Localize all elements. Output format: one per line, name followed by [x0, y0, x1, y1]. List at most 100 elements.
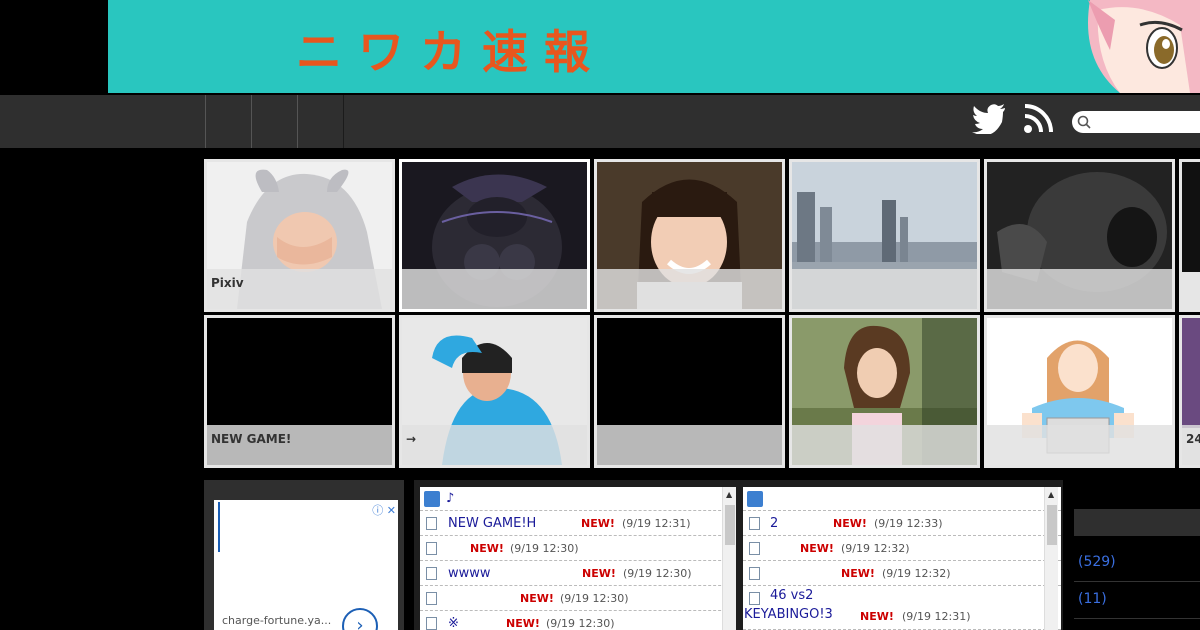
feed-item[interactable]: ※ NEW! (9/19 12:30): [420, 611, 736, 630]
article-tile[interactable]: →: [399, 315, 590, 468]
ad-arrow-button[interactable]: ›: [342, 608, 378, 630]
feed-item[interactable]: NEW GAME!H NEW! (9/19 12:31): [420, 511, 736, 536]
article-tile[interactable]: [984, 159, 1175, 312]
feed-item-title-line2[interactable]: KEYABINGO!3: [744, 607, 833, 622]
document-icon: [749, 592, 760, 605]
document-icon: [426, 592, 437, 605]
feed-scrollbar[interactable]: ▲: [722, 487, 736, 630]
scroll-up-icon[interactable]: ▲: [726, 490, 732, 499]
new-badge: NEW!: [800, 542, 834, 555]
sidebar-header: [1074, 509, 1200, 536]
feed-item[interactable]: 2 NEW! (9/19 12:33): [743, 511, 1061, 536]
feed-item-date: (9/19 12:33): [874, 517, 943, 530]
new-badge: NEW!: [841, 567, 875, 580]
ad-box: ⓘ ✕ charge-fortune.ya... ›: [204, 480, 404, 630]
new-badge: NEW!: [581, 517, 615, 530]
feed-site-name[interactable]: ♪: [446, 491, 454, 506]
feed-list: 2 NEW! (9/19 12:33) NEW! (9/19 12:32) NE…: [743, 487, 1061, 630]
article-tile[interactable]: [789, 159, 980, 312]
page: ニワカ速報 Pixiv NEW GAME! → 2 ⓘ ✕ charge-for…: [0, 0, 1200, 630]
document-icon: [426, 517, 437, 530]
feed-item[interactable]: NEW! (9/19 12:32): [743, 561, 1061, 586]
nav-button-2[interactable]: [251, 95, 298, 148]
new-badge: NEW!: [506, 617, 540, 630]
search-input[interactable]: [1072, 111, 1200, 133]
feed-item-date: (9/19 12:31): [902, 610, 971, 623]
feed-item-date: (9/19 12:30): [546, 617, 615, 630]
feed-header: [743, 487, 1061, 511]
feed-item[interactable]: NEW! (9/19 12:30): [420, 536, 736, 561]
feed-item-title[interactable]: 46 vs2: [770, 588, 813, 603]
feed-item[interactable]: wwww NEW! (9/19 12:30): [420, 561, 736, 586]
tile-caption[interactable]: [597, 425, 782, 465]
scroll-thumb[interactable]: [725, 505, 735, 545]
site-title[interactable]: ニワカ速報: [296, 16, 606, 82]
feed-item[interactable]: NEW! (9/19 12:30): [420, 586, 736, 611]
article-tile[interactable]: [594, 315, 785, 468]
article-tile[interactable]: NEW GAME!: [204, 315, 395, 468]
new-badge: NEW!: [833, 517, 867, 530]
feed-list: ♪ NEW GAME!H NEW! (9/19 12:31) NEW! (9/1…: [420, 487, 736, 630]
nav-button-3[interactable]: [297, 95, 344, 148]
feed-item-date: (9/19 12:30): [560, 592, 629, 605]
article-tile[interactable]: Pixiv: [204, 159, 395, 312]
document-icon: [749, 567, 760, 580]
feed-item-title[interactable]: 2: [770, 516, 778, 531]
article-tile[interactable]: [984, 315, 1175, 468]
tile-caption[interactable]: [987, 425, 1172, 465]
document-icon: [749, 517, 760, 530]
document-icon: [426, 567, 437, 580]
twitter-icon[interactable]: [972, 104, 1006, 134]
tile-caption[interactable]: [597, 269, 782, 309]
new-badge: NEW!: [860, 610, 894, 623]
ad-accent-line: [218, 502, 220, 552]
tile-caption[interactable]: [987, 269, 1172, 309]
feed-site-icon: [424, 491, 440, 507]
scroll-thumb[interactable]: [1047, 505, 1057, 545]
tile-caption[interactable]: [792, 269, 977, 309]
ad-close-icon[interactable]: ⓘ ✕: [372, 502, 396, 518]
feed-item-title[interactable]: ※: [448, 616, 459, 630]
article-tile[interactable]: [594, 159, 785, 312]
mascot-illustration: [1088, 0, 1200, 93]
feed-item[interactable]: NEW! (9/19 12:32): [743, 536, 1061, 561]
feed-item-date: (9/19 12:30): [623, 567, 692, 580]
rss-icon[interactable]: [1023, 104, 1053, 134]
nav-bar: [0, 95, 1200, 148]
sidebar-item[interactable]: (11): [1074, 582, 1200, 619]
feed-item-date: (9/19 12:30): [510, 542, 579, 555]
feed-item-date: (9/19 12:31): [622, 517, 691, 530]
tile-caption[interactable]: Pixiv: [207, 269, 392, 309]
feed-panel-right: 2 NEW! (9/19 12:33) NEW! (9/19 12:32) NE…: [737, 480, 1063, 630]
article-tile[interactable]: 24: [1179, 315, 1200, 468]
nav-button-1[interactable]: [205, 95, 252, 148]
feed-item-title[interactable]: NEW GAME!H: [448, 516, 536, 531]
tile-caption[interactable]: NEW GAME!: [207, 425, 392, 465]
article-tile[interactable]: [789, 315, 980, 468]
tile-caption[interactable]: 24: [1182, 425, 1200, 465]
feed-item-title[interactable]: wwww: [448, 566, 491, 581]
scroll-up-icon[interactable]: ▲: [1048, 490, 1054, 499]
feed-header: ♪: [420, 487, 736, 511]
feed-item-date: (9/19 12:32): [841, 542, 910, 555]
site-banner[interactable]: ニワカ速報: [108, 0, 1200, 93]
article-tile[interactable]: [399, 159, 590, 312]
sidebar-item[interactable]: (529): [1074, 545, 1200, 582]
document-icon: [426, 542, 437, 555]
ad-content[interactable]: ⓘ ✕ charge-fortune.ya... ›: [214, 500, 398, 630]
ad-url[interactable]: charge-fortune.ya...: [222, 614, 331, 627]
tile-caption[interactable]: [792, 425, 977, 465]
tile-caption[interactable]: →: [402, 425, 587, 465]
new-badge: NEW!: [582, 567, 616, 580]
feed-scrollbar[interactable]: ▲: [1044, 487, 1058, 630]
feed-site-icon: [747, 491, 763, 507]
new-badge: NEW!: [470, 542, 504, 555]
document-icon: [749, 542, 760, 555]
feed-panel-left: ♪ NEW GAME!H NEW! (9/19 12:31) NEW! (9/1…: [414, 480, 741, 630]
feed-item-date: (9/19 12:32): [882, 567, 951, 580]
article-tile[interactable]: [1179, 159, 1200, 312]
search-icon: [1077, 115, 1091, 129]
tile-caption[interactable]: [402, 269, 587, 309]
new-badge: NEW!: [520, 592, 554, 605]
feed-item[interactable]: 46 vs2 KEYABINGO!3 NEW! (9/19 12:31): [743, 586, 1061, 630]
